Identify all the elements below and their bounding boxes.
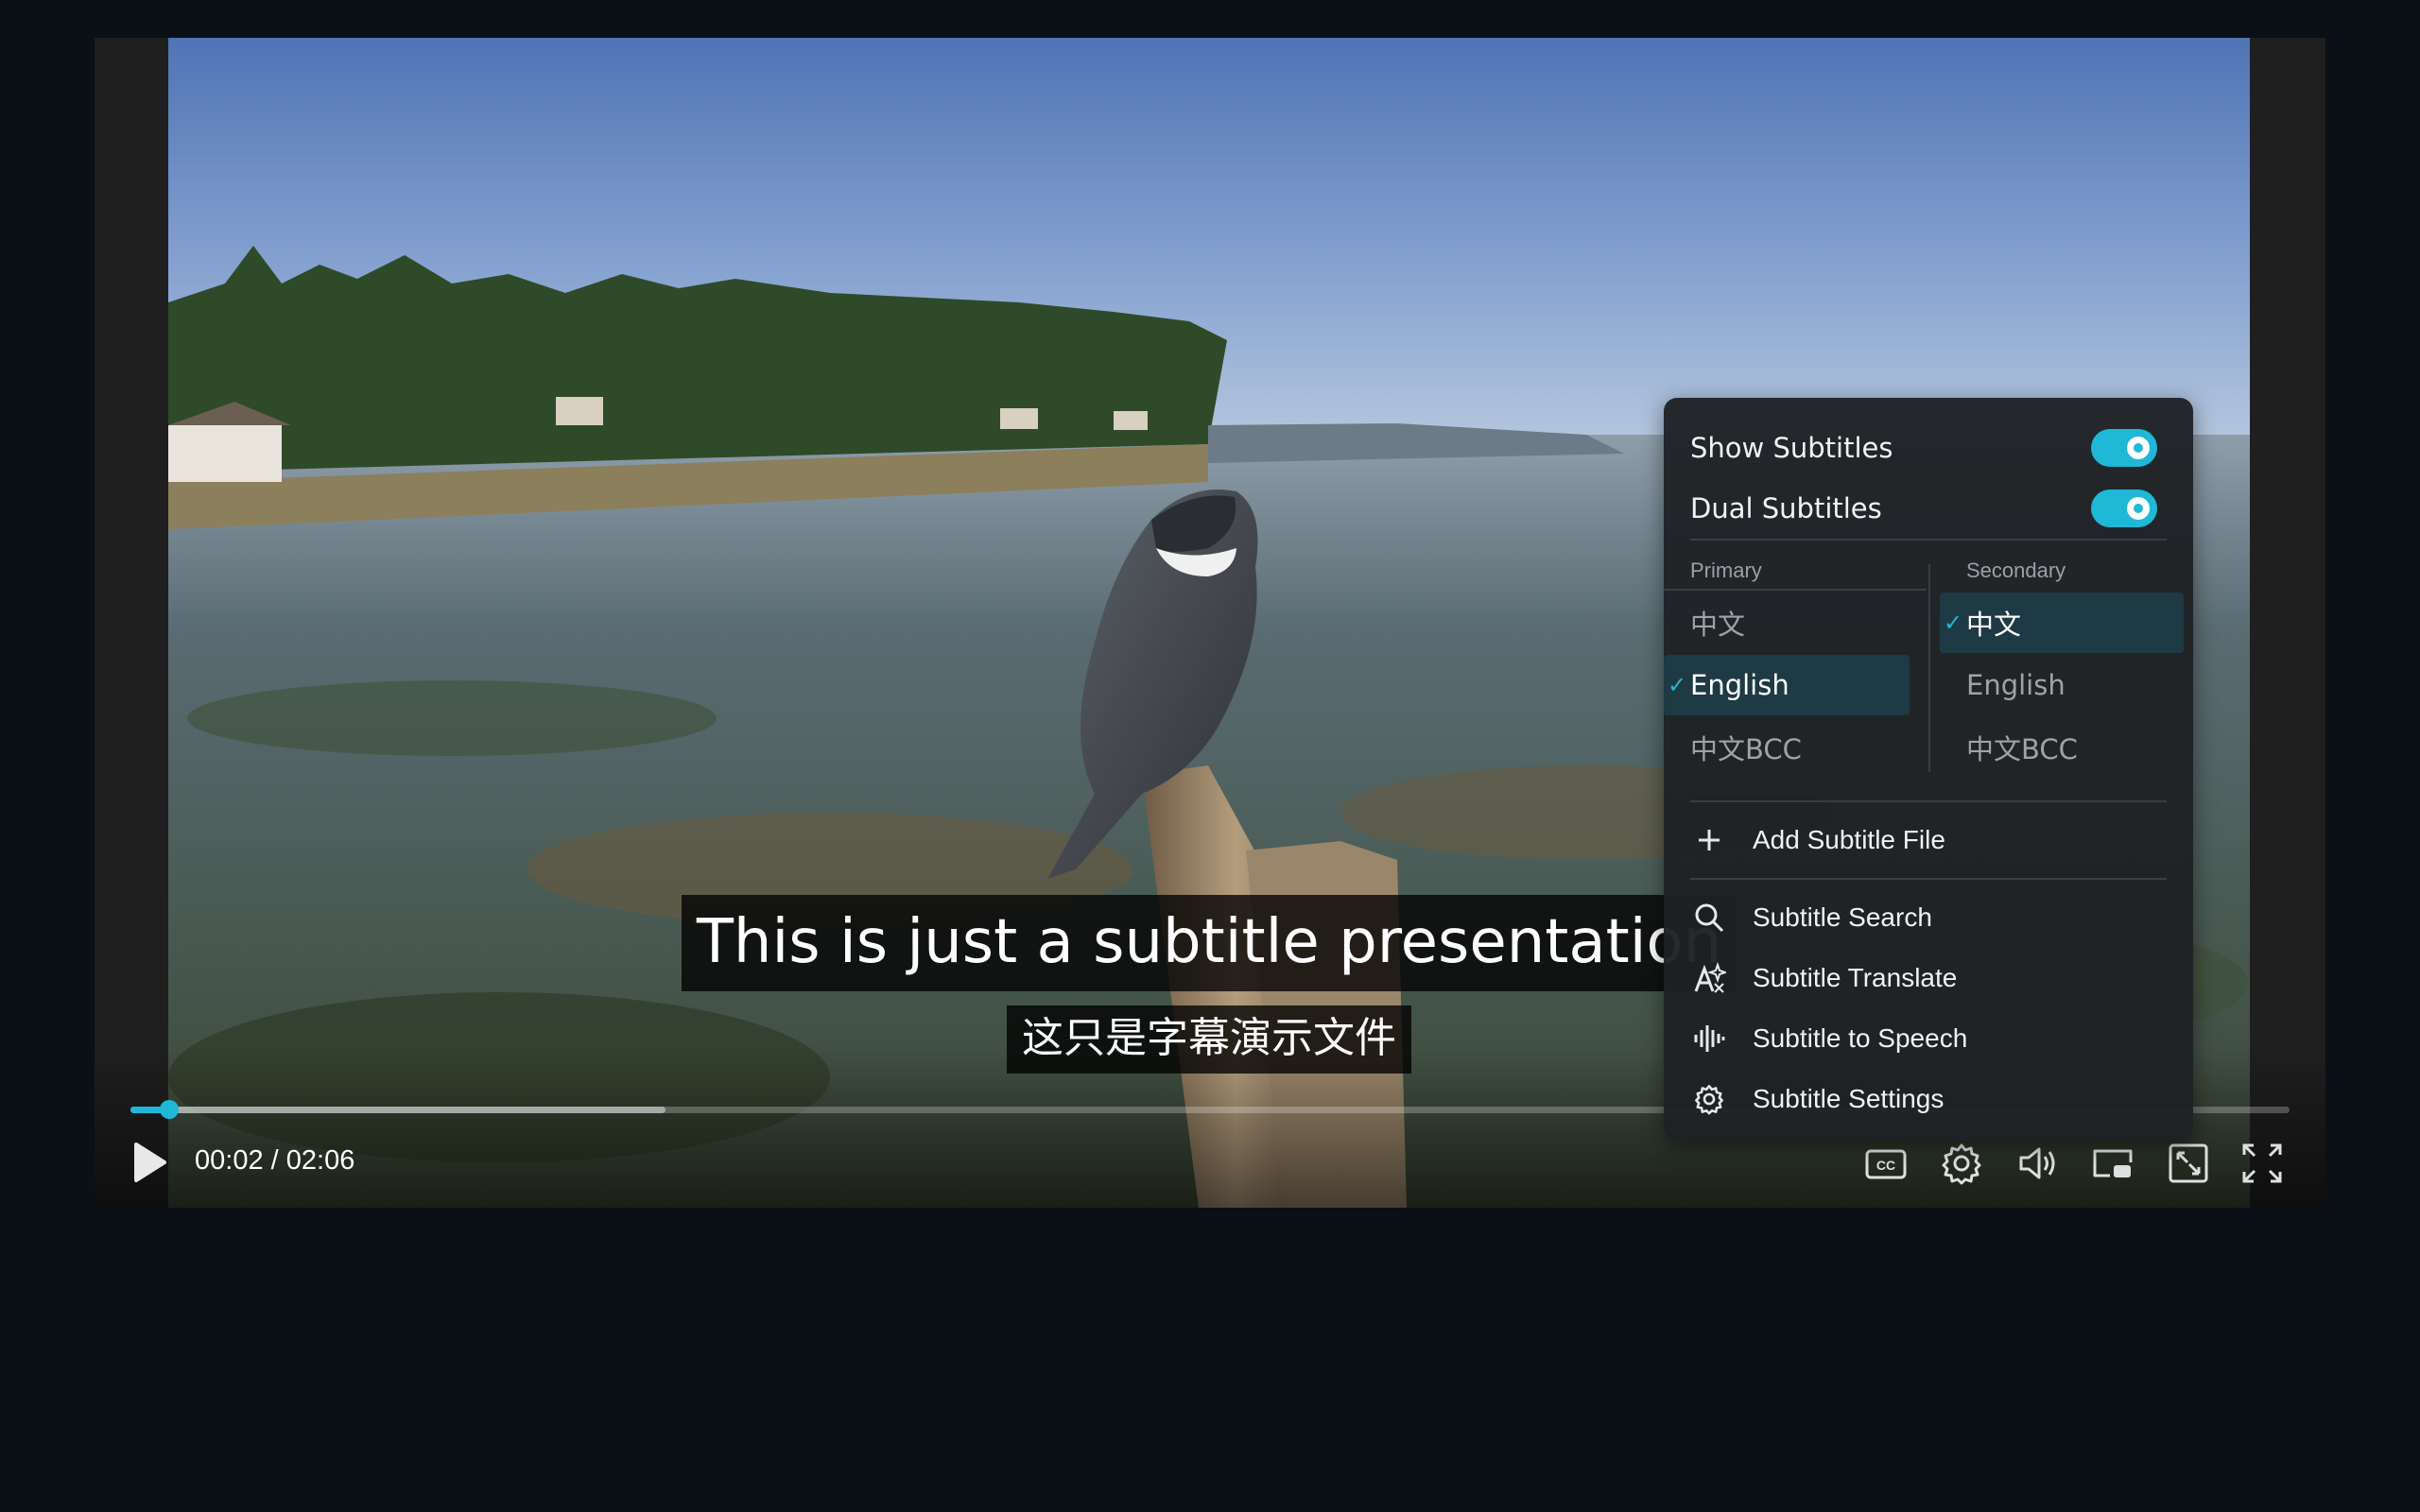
time-display: 00:02 / 02:06 — [195, 1145, 354, 1177]
column-header-divider — [1664, 589, 1927, 591]
subtitle-settings-label: Subtitle Settings — [1753, 1084, 1945, 1113]
play-icon — [130, 1141, 172, 1184]
fullscreen-button[interactable] — [2238, 1140, 2286, 1187]
subtitle-translate-button[interactable]: Subtitle Translate — [1690, 952, 2174, 1005]
primary-option-zh[interactable]: 中文 — [1664, 593, 1910, 653]
show-subtitles-toggle[interactable] — [2091, 429, 2157, 467]
gear-icon — [1690, 1080, 1728, 1118]
subtitle-search-button[interactable]: Subtitle Search — [1690, 891, 2174, 944]
settings-icon — [1938, 1140, 1985, 1187]
show-subtitles-row[interactable]: Show Subtitles — [1690, 424, 2157, 472]
secondary-option-zh-bcc[interactable]: 中文BCC — [1940, 717, 2184, 778]
buffered-range — [130, 1107, 666, 1113]
dual-subtitles-toggle[interactable] — [2091, 490, 2157, 527]
secondary-option-zh[interactable]: ✓ 中文 — [1940, 593, 2184, 653]
subtitle-search-label: Subtitle Search — [1753, 902, 1932, 932]
subtitle-to-speech-button[interactable]: Subtitle to Speech — [1690, 1012, 2174, 1065]
duration: 02:06 — [285, 1145, 355, 1176]
current-time: 00:02 — [195, 1145, 264, 1176]
play-button[interactable] — [130, 1141, 172, 1188]
resize-icon — [2165, 1140, 2212, 1187]
add-subtitle-file-label: Add Subtitle File — [1753, 825, 1945, 854]
pip-icon — [2089, 1140, 2136, 1187]
progress-thumb[interactable] — [160, 1100, 180, 1119]
dual-subtitles-row[interactable]: Dual Subtitles — [1690, 485, 2157, 532]
volume-button[interactable] — [2014, 1140, 2061, 1187]
primary-option-zh-bcc[interactable]: 中文BCC — [1664, 717, 1910, 778]
svg-text:CC: CC — [1876, 1158, 1895, 1173]
subtitle-menu: Show Subtitles Dual Subtitles Primary Se… — [1664, 398, 2193, 1141]
secondary-header: Secondary — [1966, 558, 2066, 582]
column-separator — [1928, 564, 1930, 772]
secondary-option-label: 中文BCC — [1966, 733, 2078, 765]
cc-icon: CC — [1862, 1140, 1910, 1187]
primary-option-label: English — [1690, 669, 1789, 701]
fullscreen-icon — [2238, 1140, 2286, 1187]
menu-divider — [1690, 878, 2167, 880]
search-icon — [1690, 899, 1728, 936]
check-icon: ✓ — [1943, 610, 1963, 636]
subtitle-translate-label: Subtitle Translate — [1753, 963, 1958, 992]
primary-option-english[interactable]: ✓ English — [1664, 655, 1910, 715]
secondary-option-label: 中文 — [1966, 609, 2022, 641]
resize-button[interactable] — [2165, 1140, 2212, 1187]
subtitle-settings-button[interactable]: Subtitle Settings — [1690, 1073, 2174, 1125]
time-separator: / — [270, 1145, 279, 1176]
subtitles-button[interactable]: CC — [1862, 1140, 1910, 1187]
subtitle-to-speech-label: Subtitle to Speech — [1753, 1023, 1968, 1053]
volume-icon — [2014, 1140, 2061, 1187]
dual-subtitles-label: Dual Subtitles — [1690, 492, 1882, 524]
secondary-option-english[interactable]: English — [1940, 655, 2184, 715]
waveform-icon — [1690, 1020, 1728, 1057]
settings-button[interactable] — [1938, 1140, 1985, 1187]
primary-header: Primary — [1690, 558, 1762, 582]
menu-divider — [1690, 800, 2167, 802]
menu-divider — [1690, 539, 2167, 541]
primary-option-label: 中文 — [1690, 609, 1746, 641]
translate-icon — [1690, 959, 1728, 997]
plus-icon — [1690, 821, 1728, 859]
check-icon: ✓ — [1667, 672, 1687, 698]
add-subtitle-file-button[interactable]: Add Subtitle File — [1690, 814, 2174, 867]
show-subtitles-label: Show Subtitles — [1690, 432, 1893, 464]
primary-option-label: 中文BCC — [1690, 733, 1802, 765]
pip-button[interactable] — [2089, 1140, 2136, 1187]
secondary-option-label: English — [1966, 669, 2066, 701]
